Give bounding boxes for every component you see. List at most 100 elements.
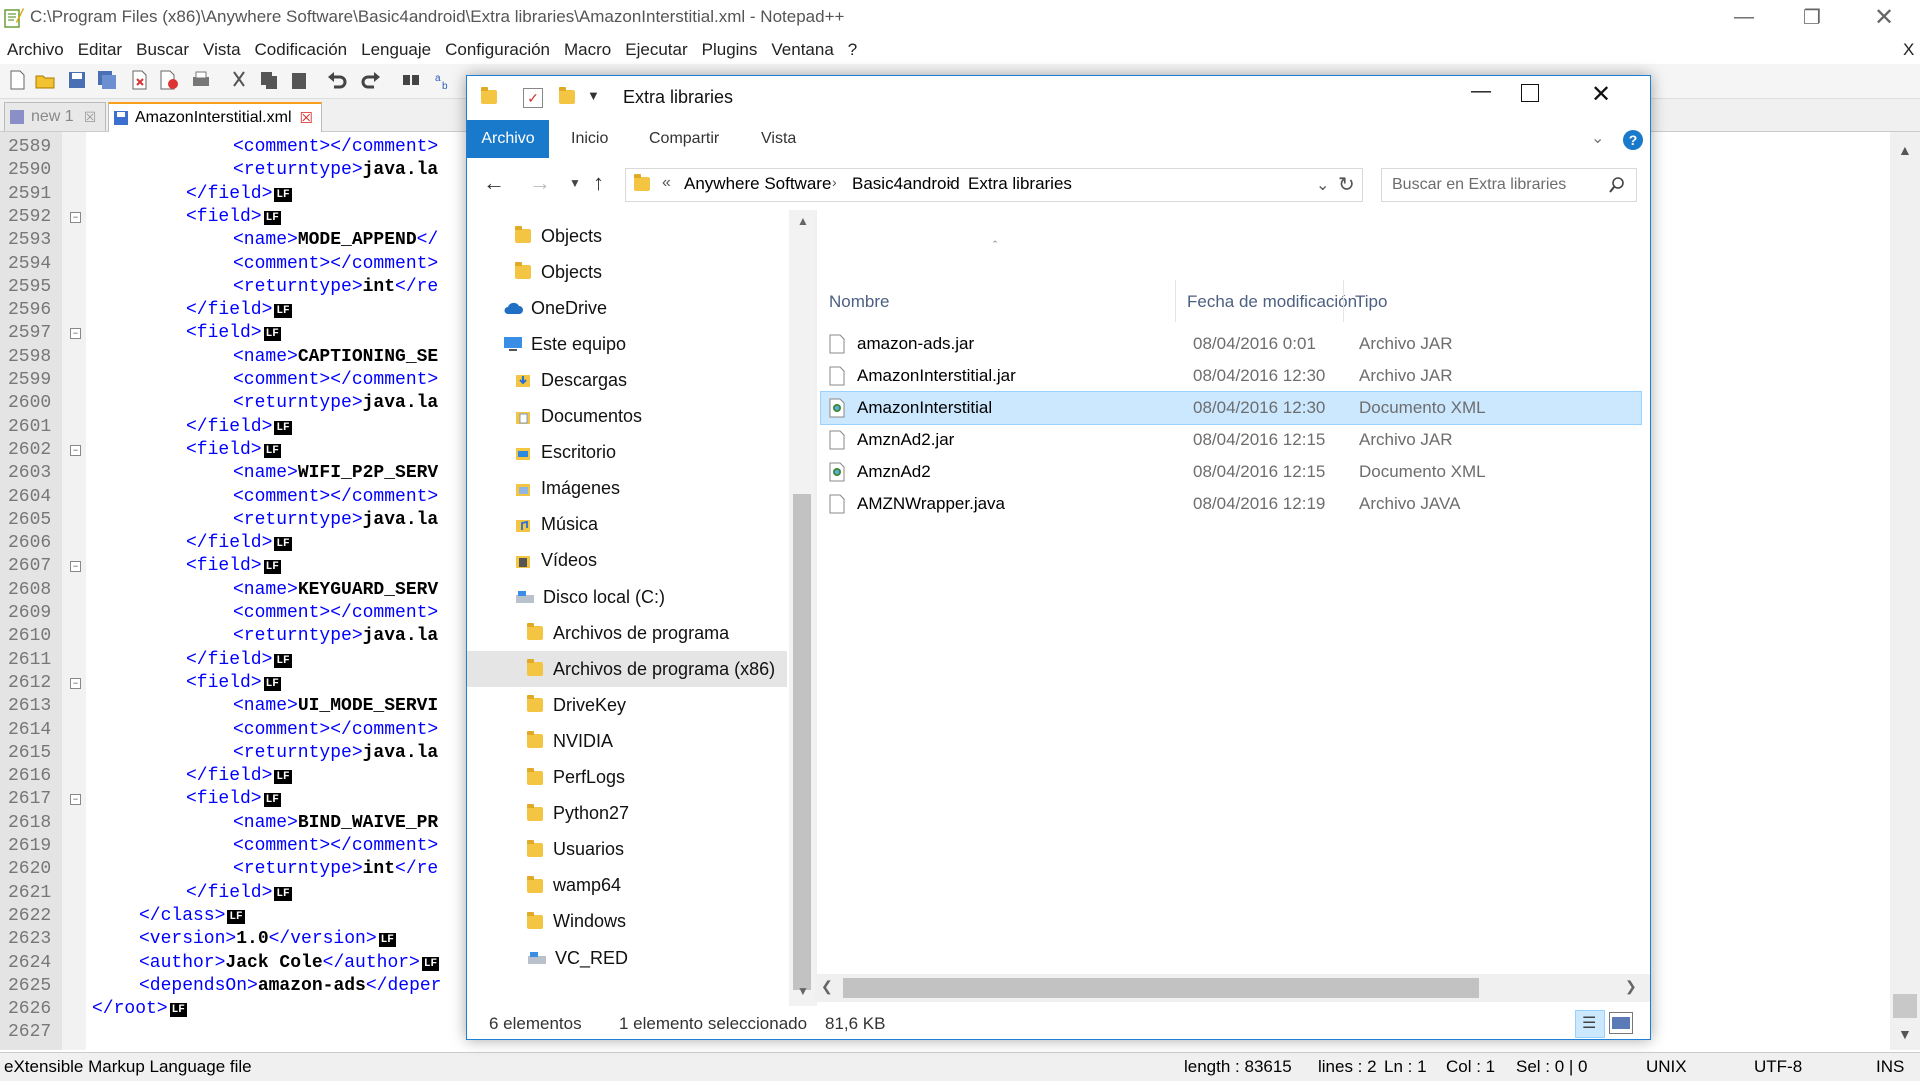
ribbon-tab-vista[interactable]: Vista [761, 120, 796, 158]
file-row[interactable]: AmazonInterstitial 08/04/2016 12:30 Docume… [820, 391, 1642, 425]
menu-ventana[interactable]: Ventana [764, 36, 840, 64]
nav-item-windows[interactable]: Windows [467, 904, 787, 940]
code-line[interactable]: <returntype>java.la [233, 509, 438, 532]
file-row[interactable]: amazon-ads.jar 08/04/2016 0:01 Archivo JAR [821, 328, 1641, 360]
nav-item-onedrive[interactable]: OneDrive [467, 290, 787, 326]
refresh-icon[interactable]: ↻ [1338, 172, 1355, 197]
menu-help[interactable]: ? [841, 36, 864, 64]
code-line[interactable]: <returntype>java.la [233, 392, 438, 415]
code-line[interactable]: <comment></comment> [233, 253, 438, 276]
code-line[interactable]: <comment></comment> [233, 136, 438, 159]
menu-configuracion[interactable]: Configuración [438, 36, 557, 64]
code-line[interactable]: <name>MODE_APPEND</ [233, 229, 438, 252]
code-line[interactable]: <field> LF [186, 788, 281, 811]
nav-item-v-deos[interactable]: Vídeos [467, 543, 787, 579]
code-line[interactable]: <author>Jack Cole</author> LF [139, 952, 440, 975]
column-header-fecha[interactable]: Fecha de modificación [1187, 292, 1357, 312]
menu-editar[interactable]: Editar [71, 36, 129, 64]
file-row[interactable]: AmazonInterstitial.jar 08/04/2016 12:30 Ar… [821, 360, 1641, 392]
find-icon[interactable] [400, 69, 422, 91]
scroll-down-icon[interactable]: ▼ [797, 984, 809, 998]
file-list-horizontal-scrollbar[interactable]: ❮ ❯ [815, 974, 1650, 1002]
breadcrumb-anywhere-software[interactable]: Anywhere Software [684, 174, 831, 194]
ribbon-tab-inicio[interactable]: Inicio [571, 120, 608, 158]
nav-item-objects[interactable]: Objects [467, 218, 787, 254]
menu-buscar[interactable]: Buscar [129, 36, 196, 64]
scroll-thumb[interactable] [1893, 994, 1917, 1018]
undo-icon[interactable] [326, 69, 348, 91]
navigation-scrollbar[interactable]: ▲ ▼ [789, 210, 815, 1006]
expand-ribbon-icon[interactable]: ⌄ [1591, 128, 1604, 148]
scroll-thumb[interactable] [793, 494, 811, 990]
code-line[interactable]: <comment></comment> [233, 719, 438, 742]
help-icon[interactable]: ? [1623, 130, 1643, 150]
save-icon[interactable] [66, 69, 88, 91]
code-line[interactable]: <comment></comment> [233, 602, 438, 625]
code-line[interactable]: <name>UI_MODE_SERVI [233, 695, 438, 718]
menu-macro[interactable]: Macro [557, 36, 618, 64]
tab-amazoninterstitial[interactable]: AmazonInterstitial.xml ☒ [108, 102, 322, 132]
save-all-icon[interactable] [96, 69, 118, 91]
menu-lenguaje[interactable]: Lenguaje [354, 36, 438, 64]
code-line[interactable]: </class> LF [139, 905, 245, 928]
properties-quick-icon[interactable]: ✓ [523, 88, 543, 108]
ribbon-tab-compartir[interactable]: Compartir [649, 120, 719, 158]
code-line[interactable]: <dependsOn>amazon-ads</deper [139, 975, 441, 998]
tab-new-1[interactable]: new 1 ☒ [4, 102, 106, 131]
code-line[interactable]: <version>1.0</version> LF [139, 928, 396, 951]
breadcrumb-overflow[interactable]: « [662, 174, 671, 192]
search-box[interactable]: Buscar en Extra libraries [1381, 168, 1637, 202]
file-row[interactable]: AMZNWrapper.java 08/04/2016 12:19 Archivo … [821, 488, 1641, 520]
code-line[interactable]: <field> LF [186, 555, 281, 578]
paste-icon[interactable] [288, 69, 310, 91]
replace-icon[interactable]: ab [432, 69, 454, 91]
restore-button[interactable]: ❐ [1784, 0, 1840, 34]
minimize-button[interactable]: — [1716, 0, 1772, 34]
forward-arrow-icon[interactable]: → [529, 170, 551, 196]
code-line[interactable]: <name>KEYGUARD_SERV [233, 579, 438, 602]
column-divider[interactable] [1343, 280, 1344, 322]
code-line[interactable]: </field> LF [186, 649, 292, 672]
nav-item-wamp64[interactable]: wamp64 [467, 868, 787, 904]
code-line[interactable]: </root> LF [92, 998, 187, 1021]
scroll-down-icon[interactable]: ▼ [1898, 1026, 1912, 1042]
nav-item-documentos[interactable]: Documentos [467, 399, 787, 435]
menu-vista[interactable]: Vista [196, 36, 248, 64]
nav-item-python27[interactable]: Python27 [467, 796, 787, 832]
nav-item-drivekey[interactable]: DriveKey [467, 687, 787, 723]
ribbon-tab-archivo[interactable]: Archivo [467, 120, 549, 158]
recent-locations-icon[interactable]: ▼ [569, 176, 581, 190]
nav-item-nvidia[interactable]: NVIDIA [467, 723, 787, 759]
nav-item-m-sica[interactable]: Música [467, 507, 787, 543]
back-arrow-icon[interactable]: ← [483, 170, 505, 196]
menu-codificacion[interactable]: Codificación [248, 36, 355, 64]
new-folder-quick-icon[interactable] [559, 87, 585, 104]
nav-item-archivos-de-programa[interactable]: Archivos de programa [467, 615, 787, 651]
scroll-up-icon[interactable]: ▲ [1898, 142, 1912, 158]
code-line[interactable]: <returntype>java.la [233, 625, 438, 648]
code-line[interactable]: <comment></comment> [233, 369, 438, 392]
nav-item-descargas[interactable]: Descargas [467, 362, 787, 398]
menu-plugins[interactable]: Plugins [695, 36, 765, 64]
tab-close-icon[interactable]: ☒ [84, 109, 97, 126]
explorer-close-button[interactable]: ✕ [1591, 80, 1611, 109]
code-line[interactable]: <field> LF [186, 439, 281, 462]
close-button[interactable]: ✕ [1856, 0, 1912, 34]
file-row[interactable]: AmznAd2 08/04/2016 12:15 Documento XML [821, 456, 1641, 488]
code-line[interactable]: <name>BIND_WAIVE_PR [233, 812, 438, 835]
tab-close-icon[interactable]: ☒ [300, 109, 313, 127]
copy-icon[interactable] [258, 69, 280, 91]
explorer-minimize-button[interactable]: — [1457, 80, 1505, 114]
code-line[interactable]: <field> LF [186, 322, 281, 345]
print-icon[interactable] [190, 69, 212, 91]
code-line[interactable]: <name>WIFI_P2P_SERV [233, 462, 438, 485]
column-header-tipo[interactable]: Tipo [1355, 292, 1387, 312]
code-line[interactable]: <returntype>java.la [233, 742, 438, 765]
code-line[interactable]: <returntype>java.la [233, 159, 438, 182]
code-line[interactable]: <returntype>int</re [233, 276, 438, 299]
redo-icon[interactable] [360, 69, 382, 91]
nav-item-vc-red[interactable]: VC_RED [467, 940, 787, 976]
nav-item-escritorio[interactable]: Escritorio [467, 435, 787, 471]
scroll-thumb[interactable] [843, 978, 1479, 998]
code-line[interactable]: </field> LF [186, 416, 292, 439]
